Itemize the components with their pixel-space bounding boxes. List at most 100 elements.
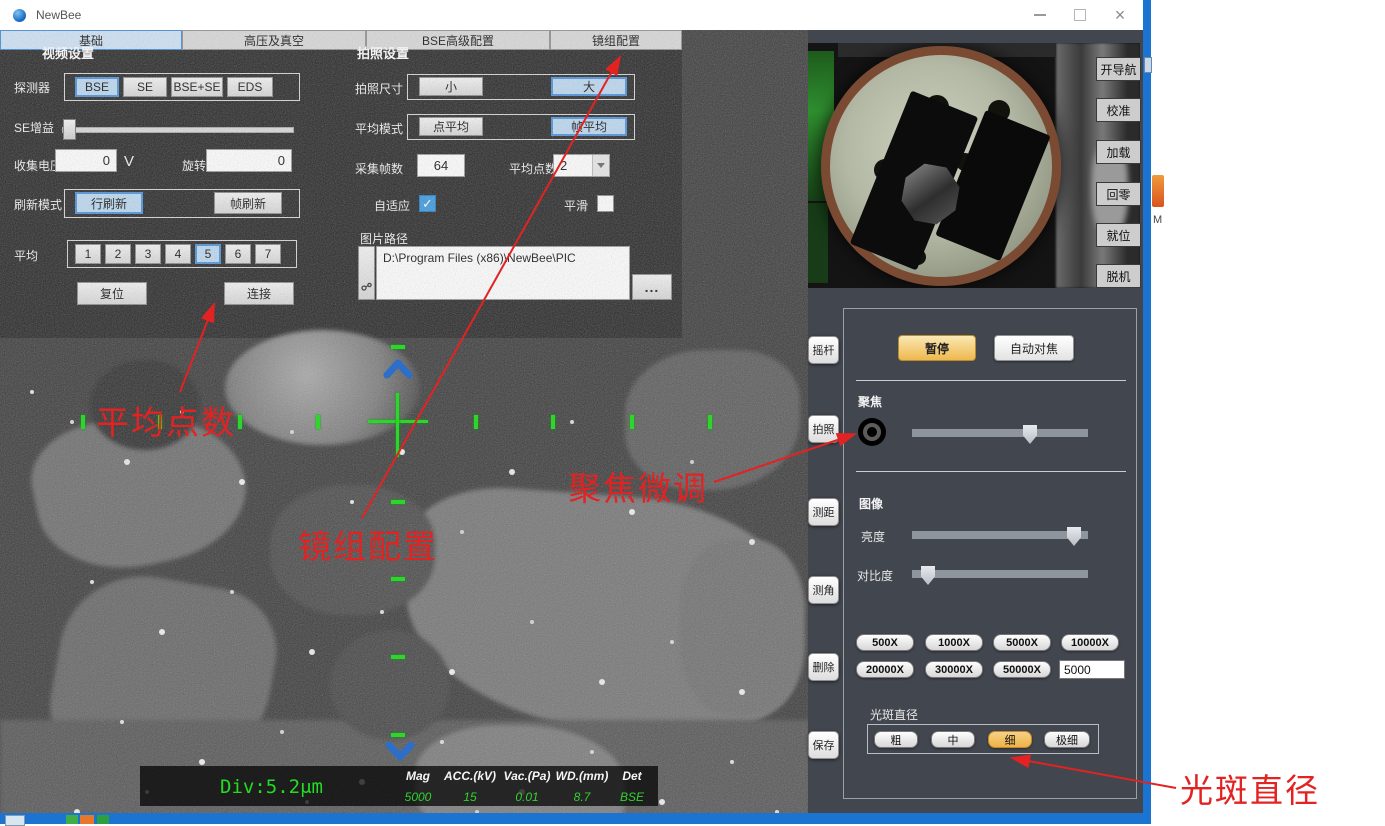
divider: [856, 471, 1126, 472]
close-button[interactable]: ×: [1105, 6, 1135, 24]
mag-30000x-button[interactable]: 30000X: [925, 661, 983, 678]
se-gain-slider-thumb[interactable]: [63, 119, 76, 140]
snapshot-button[interactable]: 拍照: [808, 415, 839, 443]
connect-button[interactable]: 连接: [224, 282, 294, 305]
avg-points-label: 平均点数: [509, 160, 557, 177]
focus-slider-track[interactable]: [912, 429, 1088, 437]
tab-hv-vacuum[interactable]: 高压及真空: [182, 30, 366, 50]
window-title-bar[interactable]: NewBee ×: [0, 0, 1143, 30]
annotation-lens-config: 镜组配置: [298, 520, 438, 568]
average-3-button[interactable]: 3: [135, 244, 161, 264]
scale-tick: [474, 415, 478, 429]
calibrate-button[interactable]: 校准: [1096, 98, 1141, 122]
rotation-input[interactable]: 0: [206, 149, 292, 172]
avg-points-dropdown[interactable]: 2: [553, 154, 610, 177]
photo-settings-title: 拍照设置: [357, 43, 409, 62]
average-1-button[interactable]: 1: [75, 244, 101, 264]
contrast-slider-thumb[interactable]: [921, 566, 935, 585]
detector-bse-button[interactable]: BSE: [75, 77, 119, 97]
measure-distance-button[interactable]: 测距: [808, 498, 839, 526]
spot-size-label: 光斑直径: [870, 706, 918, 723]
photo-size-large-button[interactable]: 大: [551, 77, 627, 96]
avg-mode-point-button[interactable]: 点平均: [419, 117, 483, 136]
scale-tick: [238, 415, 242, 429]
path-tool-button[interactable]: [358, 246, 375, 300]
reset-button[interactable]: 复位: [77, 282, 147, 305]
sem-particle: [330, 630, 450, 740]
detector-label: 探测器: [14, 79, 50, 96]
status-value: 5000: [390, 790, 446, 804]
autofocus-button[interactable]: 自动对焦: [994, 335, 1074, 361]
photo-size-small-button[interactable]: 小: [419, 77, 483, 96]
average-7-button[interactable]: 7: [255, 244, 281, 264]
offline-button[interactable]: 脱机: [1096, 264, 1141, 288]
mag-50000x-button[interactable]: 50000X: [993, 661, 1051, 678]
measure-angle-button[interactable]: 测角: [808, 576, 839, 604]
mag-1000x-button[interactable]: 1000X: [925, 634, 983, 651]
average-2-button[interactable]: 2: [105, 244, 131, 264]
pan-up-icon[interactable]: [382, 358, 414, 380]
maximize-button[interactable]: [1065, 6, 1095, 24]
collect-voltage-input[interactable]: 0: [55, 149, 117, 172]
status-col-mag: Mag 5000: [390, 769, 446, 804]
taskbar-icon[interactable]: [5, 815, 25, 826]
adaptive-checkbox[interactable]: ✓: [419, 195, 436, 212]
status-col-det: Det BSE: [612, 769, 652, 804]
spot-medium-button[interactable]: 中: [931, 731, 975, 748]
brightness-slider-thumb[interactable]: [1067, 527, 1081, 546]
scale-tick: [391, 733, 405, 737]
adaptive-label: 自适应: [374, 197, 410, 214]
focus-fine-knob[interactable]: [858, 418, 886, 446]
refresh-frame-button[interactable]: 帧刷新: [214, 192, 282, 214]
image-path-value[interactable]: D:\Program Files (x86)\NewBee\PIC: [376, 246, 630, 300]
brightness-label: 亮度: [861, 528, 885, 545]
avg-mode-label: 平均模式: [355, 120, 403, 137]
minimize-button[interactable]: [1025, 6, 1055, 24]
detector-bse-se-button[interactable]: BSE+SE: [171, 77, 223, 97]
mag-500x-button[interactable]: 500X: [856, 634, 914, 651]
spot-fine-button[interactable]: 细: [988, 731, 1032, 748]
pan-down-icon[interactable]: [384, 740, 416, 762]
browse-button[interactable]: ...: [632, 274, 672, 300]
brightness-slider-track[interactable]: [912, 531, 1088, 539]
chevron-down-icon[interactable]: [592, 155, 609, 176]
average-5-button[interactable]: 5: [195, 244, 221, 264]
spot-extra-fine-button[interactable]: 极细: [1044, 731, 1090, 748]
detector-se-button[interactable]: SE: [123, 77, 167, 97]
open-navigation-button[interactable]: 开导航: [1096, 57, 1141, 81]
mag-10000x-button[interactable]: 10000X: [1061, 634, 1119, 651]
mag-20000x-button[interactable]: 20000X: [856, 661, 914, 678]
average-4-button[interactable]: 4: [165, 244, 191, 264]
smooth-checkbox[interactable]: [597, 195, 614, 212]
average-6-button[interactable]: 6: [225, 244, 251, 264]
in-position-button[interactable]: 就位: [1096, 223, 1141, 247]
mag-5000x-button[interactable]: 5000X: [993, 634, 1051, 651]
contrast-slider-track[interactable]: [912, 570, 1088, 578]
pause-button[interactable]: 暂停: [898, 335, 976, 361]
focus-slider-thumb[interactable]: [1023, 425, 1037, 444]
taskbar-icon[interactable]: [97, 815, 109, 824]
load-button[interactable]: 加载: [1096, 140, 1141, 164]
detector-eds-button[interactable]: EDS: [227, 77, 273, 97]
joystick-button[interactable]: 摇杆: [808, 336, 839, 364]
avg-mode-frame-button[interactable]: 帧平均: [551, 117, 627, 136]
refresh-mode-label: 刷新模式: [14, 196, 62, 213]
return-zero-button[interactable]: 回零: [1096, 182, 1141, 206]
tab-lens-config[interactable]: 镜组配置: [550, 30, 682, 50]
delete-button[interactable]: 删除: [808, 653, 839, 681]
desktop-icon[interactable]: [1152, 175, 1164, 207]
mag-custom-input[interactable]: 5000: [1059, 660, 1125, 679]
sem-image-viewport[interactable]: 基础 高压及真空 BSE高级配置 镜组配置 视频设置 探测器 BSE SE BS…: [0, 30, 808, 813]
se-gain-slider-track[interactable]: [62, 127, 294, 133]
taskbar-icon[interactable]: [66, 815, 78, 824]
status-value: 8.7: [552, 790, 612, 804]
status-header: Mag: [390, 769, 446, 783]
status-header: ACC.(kV): [442, 769, 498, 783]
collect-voltage-unit: V: [124, 153, 134, 170]
refresh-line-button[interactable]: 行刷新: [75, 192, 143, 214]
spot-coarse-button[interactable]: 粗: [874, 731, 918, 748]
taskbar-icon[interactable]: [80, 815, 94, 824]
frames-input[interactable]: 64: [417, 154, 465, 177]
save-button[interactable]: 保存: [808, 731, 839, 759]
taskbar[interactable]: [0, 813, 1151, 824]
